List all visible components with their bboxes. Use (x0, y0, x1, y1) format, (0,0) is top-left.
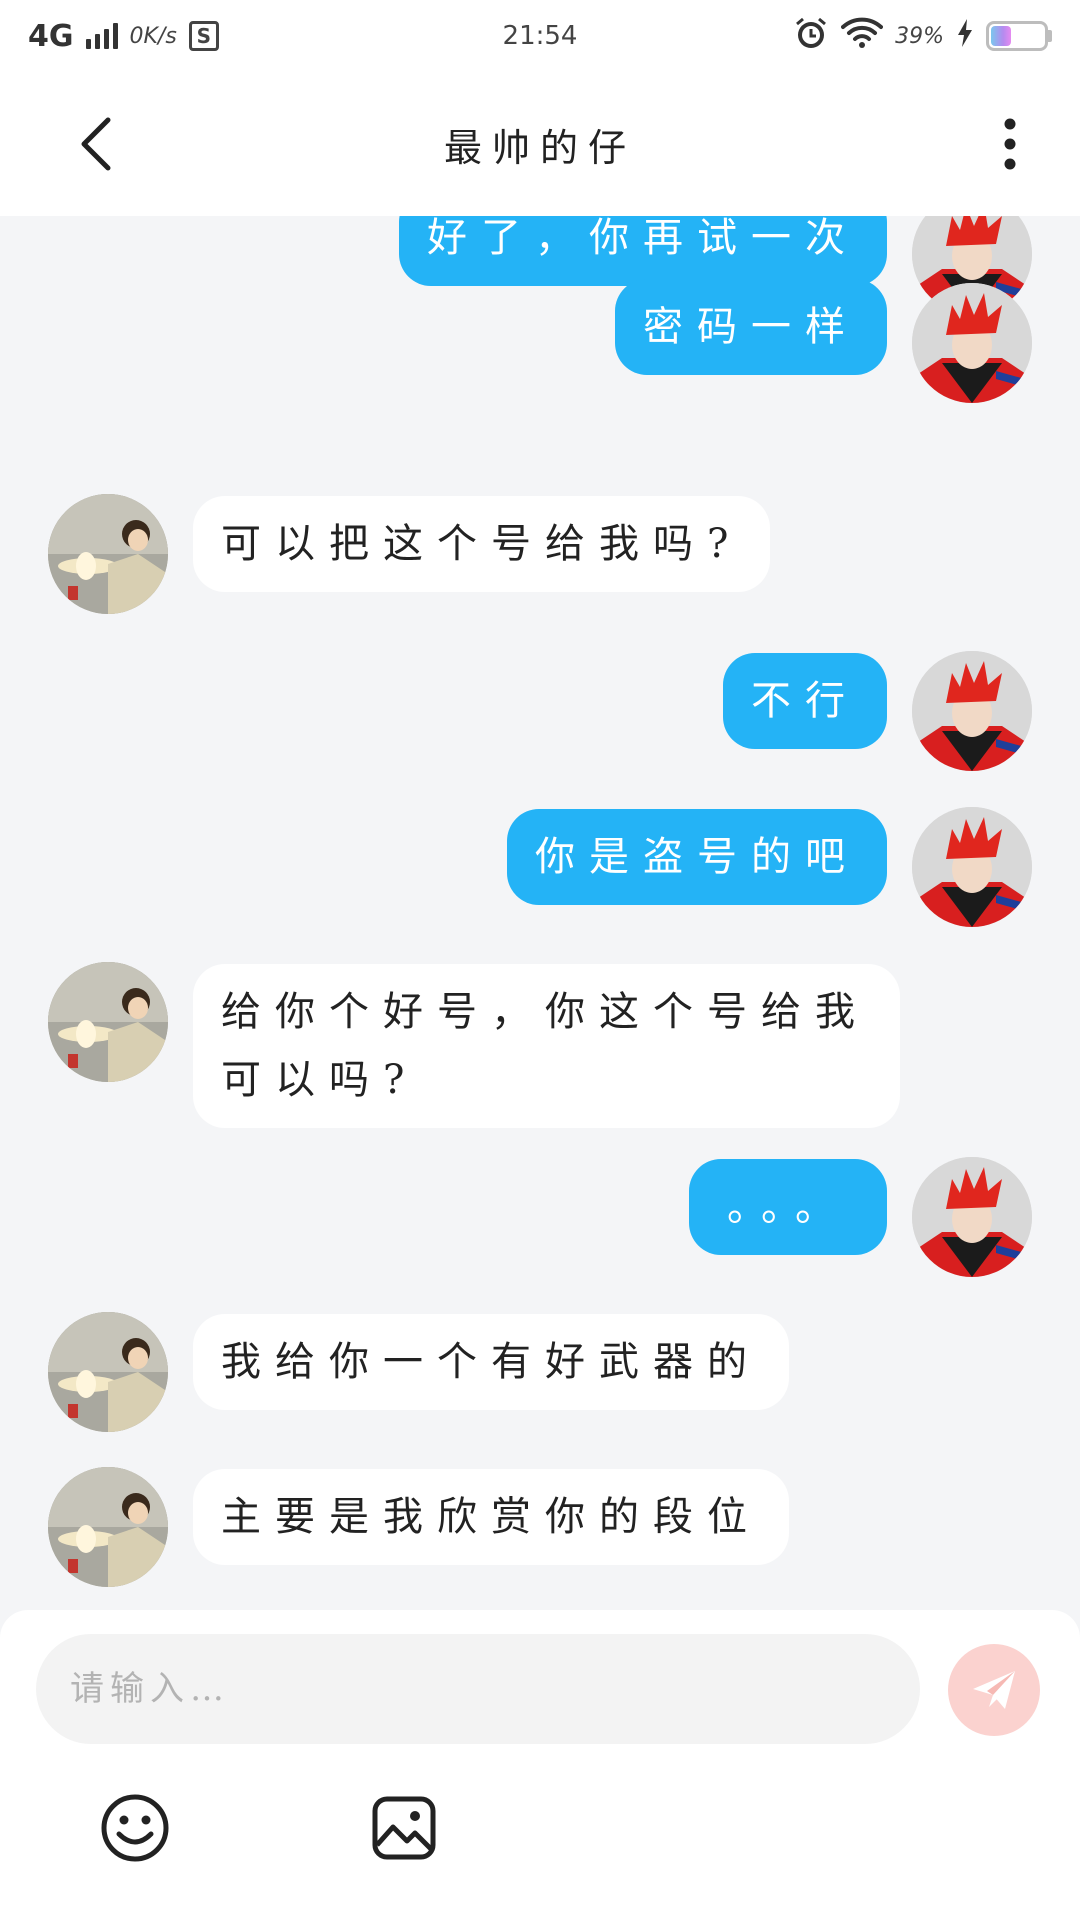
back-button[interactable] (66, 114, 126, 174)
chevron-left-icon (81, 117, 111, 171)
page-title: 最帅的仔 (443, 125, 636, 170)
avatar-other[interactable] (48, 494, 168, 614)
avatar-self[interactable] (912, 807, 1032, 927)
status-left: 4G 0K/s S (28, 19, 219, 54)
emoji-icon (101, 1794, 169, 1862)
s-badge-icon: S (188, 21, 219, 51)
send-icon (973, 1671, 1015, 1709)
more-vertical-icon (1004, 118, 1016, 170)
status-bar: 4G 0K/s S 21:54 39% (0, 0, 1080, 72)
battery-icon (986, 21, 1052, 51)
avatar-other[interactable] (48, 1467, 168, 1587)
avatar-other[interactable] (48, 962, 168, 1082)
network-speed: 0K/s (129, 23, 177, 49)
avatar-other[interactable] (48, 1312, 168, 1432)
message-bubble: 你是盗号的吧 (507, 809, 887, 905)
message-bubble: 。。。 (689, 1159, 887, 1255)
message-input[interactable] (36, 1634, 920, 1744)
avatar-self[interactable] (912, 651, 1032, 771)
message-bubble: 可以把这个号给我吗? (193, 496, 771, 592)
message-list[interactable]: 好了，你再试一次 密码一样 可以把这个号给我吗? 不行 你是盗号的吧 给你个好号… (0, 216, 1080, 1610)
message-bubble: 好了，你再试一次 (399, 216, 887, 286)
message-bubble: 我给你一个有好武器的 (193, 1314, 789, 1410)
send-button[interactable] (948, 1644, 1040, 1736)
battery-percent: 39% (895, 23, 944, 49)
status-right: 39% (793, 15, 1052, 58)
input-panel (0, 1610, 1080, 1920)
signal-icon (85, 23, 118, 49)
avatar-self[interactable] (912, 1157, 1032, 1277)
chat-header: 最帅的仔 (0, 72, 1080, 216)
image-button[interactable] (364, 1788, 444, 1868)
battery-fill (991, 26, 1012, 46)
image-icon (372, 1796, 436, 1860)
avatar-self[interactable] (912, 283, 1032, 403)
wifi-icon (841, 17, 884, 56)
message-bubble: 主要是我欣赏你的段位 (193, 1469, 789, 1565)
more-button[interactable] (980, 114, 1040, 174)
emoji-button[interactable] (95, 1788, 175, 1868)
message-bubble: 给你个好号，你这个号给我可以吗? (193, 964, 900, 1128)
alarm-icon (793, 15, 829, 58)
message-bubble: 不行 (723, 653, 887, 749)
message-bubble: 密码一样 (615, 279, 887, 375)
charging-icon (956, 18, 974, 55)
network-type: 4G (28, 18, 74, 54)
